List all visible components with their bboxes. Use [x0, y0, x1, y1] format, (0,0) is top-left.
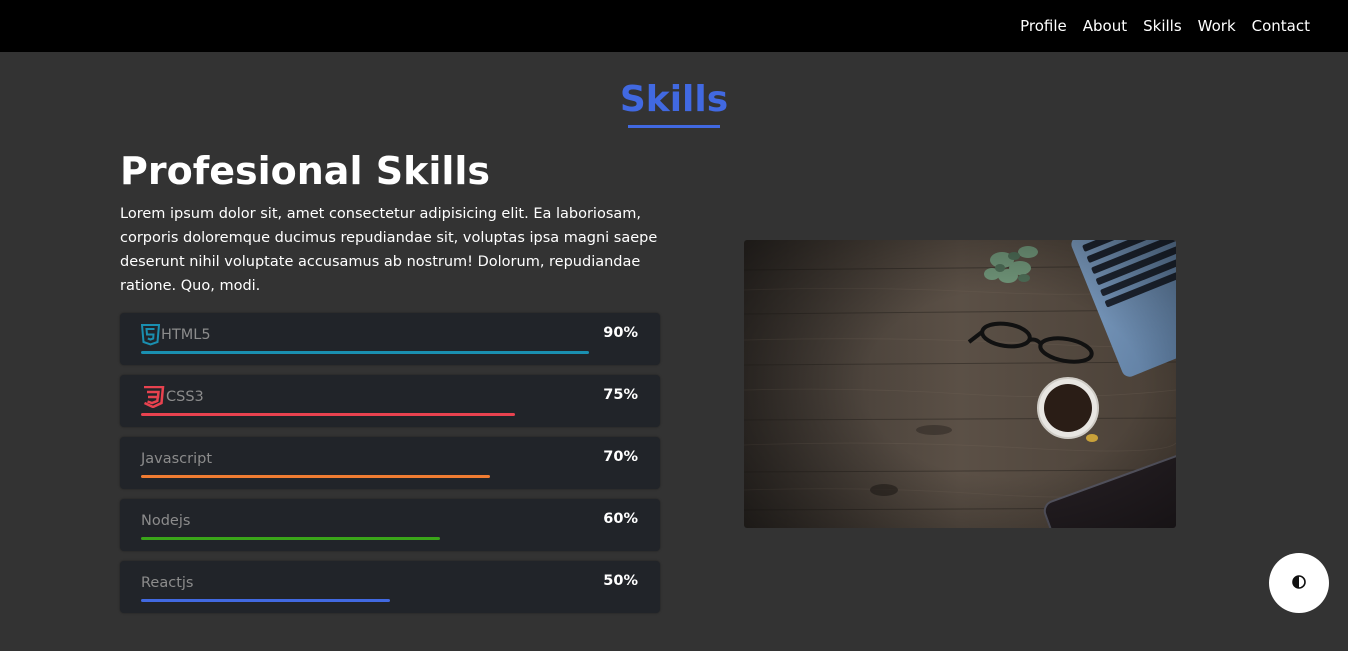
skill-percent: 90% — [603, 325, 638, 341]
skill-progress-track — [141, 599, 639, 602]
skill-name-wrap: HTML5 — [141, 324, 211, 346]
theme-toggle-button[interactable] — [1269, 553, 1329, 613]
skills-heading: Profesional Skills — [120, 149, 491, 193]
contrast-icon — [1292, 574, 1306, 593]
section-title: Skills — [619, 76, 729, 128]
nav-link-skills[interactable]: Skills — [1143, 17, 1182, 35]
skill-progress-track — [141, 537, 639, 540]
skill-label: Reactjs — [141, 575, 194, 591]
skill-name-wrap: CSS3 — [141, 386, 204, 408]
skill-progress-track — [141, 475, 639, 478]
html5-icon — [141, 324, 160, 346]
skill-percent: 60% — [603, 511, 638, 527]
desk-photo — [744, 240, 1176, 528]
skill-label: CSS3 — [166, 389, 204, 405]
nav-link-contact[interactable]: Contact — [1252, 17, 1310, 35]
skill-progress-bar — [141, 537, 440, 540]
skills-description: Lorem ipsum dolor sit, amet consectetur … — [120, 206, 658, 294]
top-navbar: Profile About Skills Work Contact — [0, 0, 1348, 52]
nav-link-work[interactable]: Work — [1198, 17, 1236, 35]
skill-label: Javascript — [141, 451, 213, 467]
skill-label: Nodejs — [141, 513, 191, 529]
skill-card-nodejs: Nodejs 60% — [120, 499, 660, 551]
skill-progress-track — [141, 351, 639, 354]
nav-link-profile[interactable]: Profile — [1020, 17, 1067, 35]
skill-progress-bar — [141, 475, 490, 478]
nav-links: Profile About Skills Work Contact — [1004, 0, 1310, 52]
skill-list: HTML5 90% CSS3 75% Javascript 70% Nodejs… — [120, 313, 660, 623]
skill-name-wrap: Reactjs — [141, 572, 193, 594]
skill-progress-bar — [141, 413, 515, 416]
section-title-text: Skills — [619, 79, 729, 120]
skill-name-wrap: Javascript — [141, 448, 212, 470]
skill-progress-bar — [141, 351, 590, 354]
skill-card-reactjs: Reactjs 50% — [120, 561, 660, 613]
skill-percent: 50% — [603, 573, 638, 589]
skill-percent: 75% — [603, 387, 638, 403]
css3-icon — [141, 386, 165, 408]
skill-card-javascript: Javascript 70% — [120, 437, 660, 489]
nav-link-about[interactable]: About — [1083, 17, 1127, 35]
skill-progress-track — [141, 413, 639, 416]
title-underline — [627, 125, 721, 128]
skill-name-wrap: Nodejs — [141, 510, 190, 532]
skill-card-html5: HTML5 90% — [120, 313, 660, 365]
skill-percent: 70% — [603, 449, 638, 465]
section-title-wrap: Skills — [0, 76, 1348, 128]
skill-label: HTML5 — [161, 327, 211, 343]
skill-progress-bar — [141, 599, 390, 602]
skill-card-css3: CSS3 75% — [120, 375, 660, 427]
